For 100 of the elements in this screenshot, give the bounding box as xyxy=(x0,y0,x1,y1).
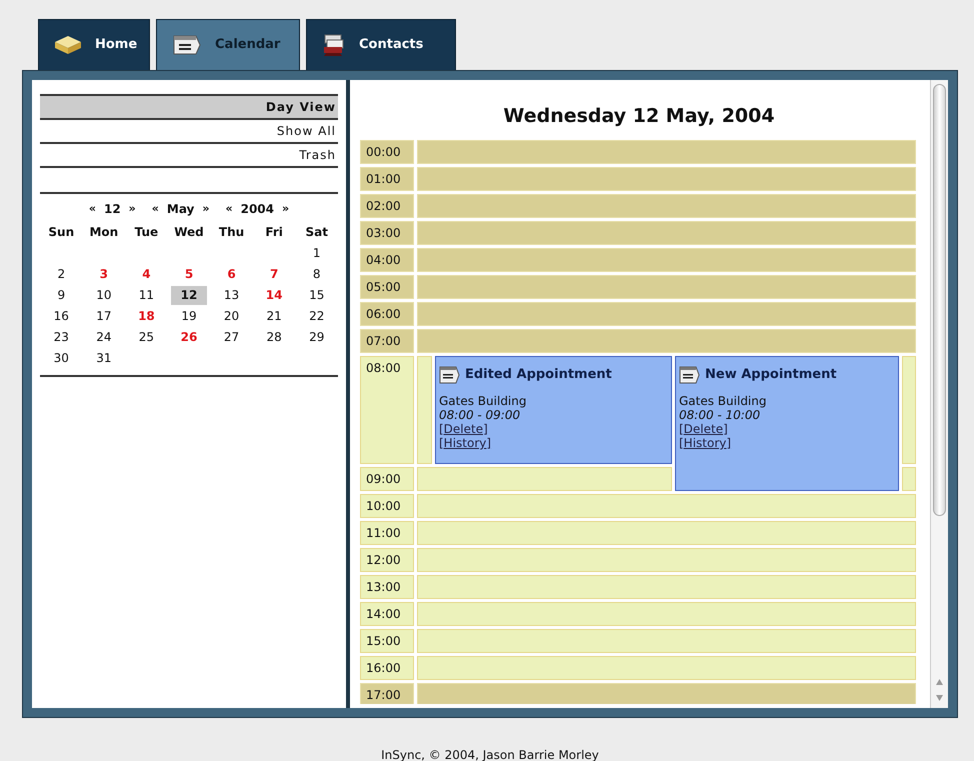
time-label: 12:00 xyxy=(360,548,414,572)
calendar-day[interactable]: 4 xyxy=(140,265,153,284)
day-title: Wednesday 12 May, 2004 xyxy=(502,104,776,129)
time-slot[interactable] xyxy=(417,302,916,326)
time-label: 16:00 xyxy=(360,656,414,680)
calendar-day[interactable]: 9 xyxy=(55,286,68,305)
time-label: 10:00 xyxy=(360,494,414,518)
time-label: 05:00 xyxy=(360,275,414,299)
calendar-icon xyxy=(679,365,701,385)
calendar-day[interactable]: 3 xyxy=(98,265,110,284)
previous-link[interactable]: « xyxy=(226,200,233,218)
weekday-label: Tue xyxy=(134,224,160,241)
calendar-day[interactable]: 18 xyxy=(136,307,157,326)
time-slot[interactable] xyxy=(417,629,916,653)
calendar-day[interactable]: 8 xyxy=(310,265,323,284)
calendar-day[interactable]: 30 xyxy=(52,349,71,368)
nav-value: 2004 xyxy=(240,201,274,218)
calendar-day[interactable]: 12 xyxy=(170,286,207,305)
calendar-day[interactable]: 11 xyxy=(136,286,156,305)
calendar-day[interactable]: 21 xyxy=(264,307,284,326)
next-link[interactable]: » xyxy=(202,200,210,218)
nav-value: 12 xyxy=(104,201,121,218)
time-slot[interactable] xyxy=(417,167,916,191)
time-slot[interactable] xyxy=(417,548,916,572)
previous-link[interactable]: « xyxy=(152,200,159,218)
appointment-title: New Appointment xyxy=(705,368,837,382)
time-slot[interactable] xyxy=(417,194,916,218)
weekday-label: Mon xyxy=(88,224,120,241)
time-label: 09:00 xyxy=(360,467,414,491)
calendar-day[interactable]: 29 xyxy=(307,328,326,347)
calendar-day[interactable]: 14 xyxy=(264,286,284,305)
calendar-day[interactable]: 13 xyxy=(222,286,242,305)
time-label: 15:00 xyxy=(360,629,414,653)
time-slot[interactable] xyxy=(902,356,916,464)
weekday-label: Sun xyxy=(47,224,76,241)
calendar-day[interactable]: 16 xyxy=(52,307,71,326)
time-slot[interactable] xyxy=(417,467,672,491)
calendar-day[interactable]: 17 xyxy=(94,307,114,326)
calendar-day[interactable]: 20 xyxy=(222,307,242,326)
weekday-label: Wed xyxy=(173,224,205,241)
calendar-day[interactable]: 31 xyxy=(94,349,114,368)
appointment-location: Gates Building xyxy=(439,394,528,408)
calendar-day[interactable]: 1 xyxy=(310,244,323,263)
time-label: 03:00 xyxy=(360,221,414,245)
calendar-day[interactable]: 25 xyxy=(136,328,156,347)
calendar-day[interactable]: 27 xyxy=(222,328,242,347)
time-slot[interactable] xyxy=(417,329,916,353)
time-slot[interactable] xyxy=(417,656,916,680)
appointment-link[interactable]: [History] xyxy=(679,436,732,450)
calendar-icon xyxy=(171,33,203,57)
arrow-up-icon[interactable] xyxy=(935,678,944,686)
calendar-day[interactable]: 5 xyxy=(182,265,196,284)
weekday-label: Thu xyxy=(218,224,246,241)
appointment-card[interactable]: New Appointment Gates Building 08:00 - 10:00 [Delete] [History] xyxy=(675,356,899,491)
calendar-day[interactable]: 24 xyxy=(94,328,114,347)
calendar-icon xyxy=(439,365,461,385)
calendar-day[interactable]: 28 xyxy=(264,328,284,347)
calendar-day[interactable]: 7 xyxy=(268,265,280,284)
time-label: 17:00 xyxy=(360,683,414,704)
calendar-day[interactable]: 15 xyxy=(307,286,326,305)
time-label: 08:00 xyxy=(360,356,414,464)
time-slot[interactable] xyxy=(902,467,916,491)
nav-value: May xyxy=(166,201,194,218)
menu-item[interactable]: Day View xyxy=(40,96,338,120)
time-slot[interactable] xyxy=(417,521,916,545)
appointment-location: Gates Building xyxy=(679,394,768,408)
calendar-day[interactable]: 6 xyxy=(225,265,238,284)
calendar-day[interactable]: 23 xyxy=(52,328,71,347)
time-label: 14:00 xyxy=(360,602,414,626)
time-slot[interactable] xyxy=(417,575,916,599)
time-slot[interactable] xyxy=(417,248,916,272)
time-slot[interactable] xyxy=(417,221,916,245)
time-label: 11:00 xyxy=(360,521,414,545)
appointment-link[interactable]: [Delete] xyxy=(679,422,728,436)
next-link[interactable]: » xyxy=(128,200,136,218)
arrow-down-icon[interactable] xyxy=(935,694,944,702)
calendar-day[interactable]: 22 xyxy=(307,307,326,326)
calendar-day[interactable]: 10 xyxy=(94,286,114,305)
time-slot[interactable] xyxy=(417,683,916,704)
tab[interactable]: Home xyxy=(38,19,150,70)
weekday-label: Fri xyxy=(264,224,284,241)
appointment-card[interactable]: Edited Appointment Gates Building 08:00 - 09:00 [Delete] [History] xyxy=(435,356,672,464)
calendar-day[interactable]: 26 xyxy=(178,328,200,347)
time-slot[interactable] xyxy=(417,356,432,464)
menu-item[interactable]: Show All xyxy=(40,120,338,144)
appointment-time: 08:00 - 09:00 xyxy=(439,408,522,422)
appointment-link[interactable]: [History] xyxy=(439,436,492,450)
scrollbar[interactable] xyxy=(930,80,948,708)
next-link[interactable]: » xyxy=(282,200,290,218)
appointment-link[interactable]: [Delete] xyxy=(439,422,488,436)
time-slot[interactable] xyxy=(417,602,916,626)
tab[interactable]: Contacts xyxy=(306,19,456,70)
menu-item[interactable]: Trash xyxy=(40,144,338,168)
calendar-day[interactable]: 19 xyxy=(179,307,199,326)
calendar-day[interactable]: 2 xyxy=(55,265,68,284)
box-icon xyxy=(53,34,83,56)
previous-link[interactable]: « xyxy=(88,200,96,218)
time-slot[interactable] xyxy=(417,140,916,164)
time-slot[interactable] xyxy=(417,275,916,299)
time-slot[interactable] xyxy=(417,494,916,518)
